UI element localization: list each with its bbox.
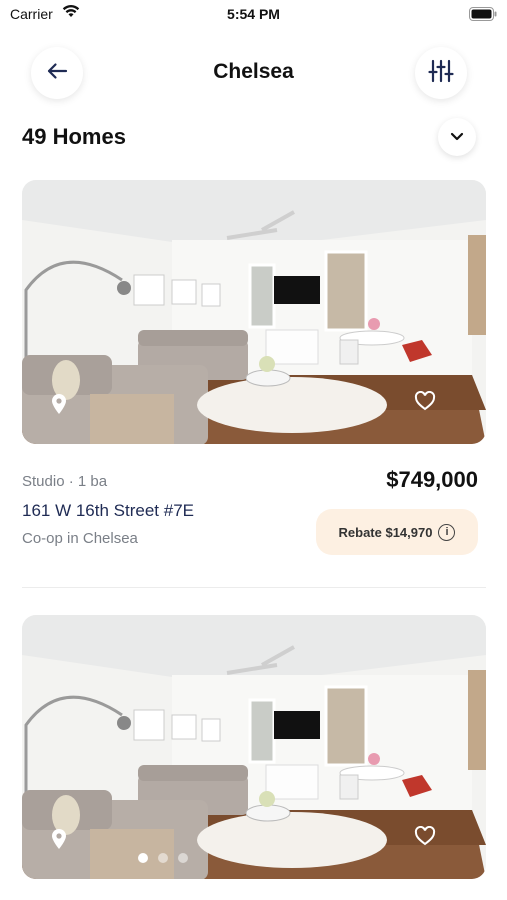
rebate-label: Rebate $14,970 bbox=[338, 524, 433, 540]
listing-beds-baths: Studio · 1 ba bbox=[22, 473, 108, 490]
map-pin-icon[interactable] bbox=[50, 828, 68, 855]
pagination-dot[interactable] bbox=[178, 853, 188, 863]
listing-type: Co-op in Chelsea bbox=[22, 530, 138, 547]
clock: 5:54 PM bbox=[227, 6, 280, 22]
pagination-dot[interactable] bbox=[158, 853, 168, 863]
info-icon[interactable]: i bbox=[438, 523, 456, 541]
rebate-badge[interactable]: Rebate $14,970 i bbox=[316, 509, 478, 555]
filter-button[interactable] bbox=[415, 47, 467, 99]
pagination-dot[interactable] bbox=[138, 853, 148, 863]
listing-price: $749,000 bbox=[386, 467, 478, 492]
listing-address[interactable]: 161 W 16th Street #7E bbox=[22, 501, 194, 521]
listing-photo[interactable] bbox=[22, 615, 486, 879]
battery-icon bbox=[469, 7, 497, 26]
results-count: 49 Homes bbox=[22, 124, 126, 149]
map-pin-icon[interactable] bbox=[50, 393, 68, 420]
listing-photo[interactable] bbox=[22, 180, 486, 444]
heart-icon[interactable] bbox=[414, 390, 436, 416]
status-bar: Carrier 5:54 PM bbox=[0, 0, 507, 28]
sliders-icon bbox=[428, 59, 454, 88]
chevron-down-icon bbox=[450, 128, 464, 146]
photo-pagination-dots[interactable] bbox=[138, 853, 188, 863]
divider bbox=[22, 587, 486, 588]
heart-icon[interactable] bbox=[414, 825, 436, 851]
sort-button[interactable] bbox=[438, 118, 476, 156]
